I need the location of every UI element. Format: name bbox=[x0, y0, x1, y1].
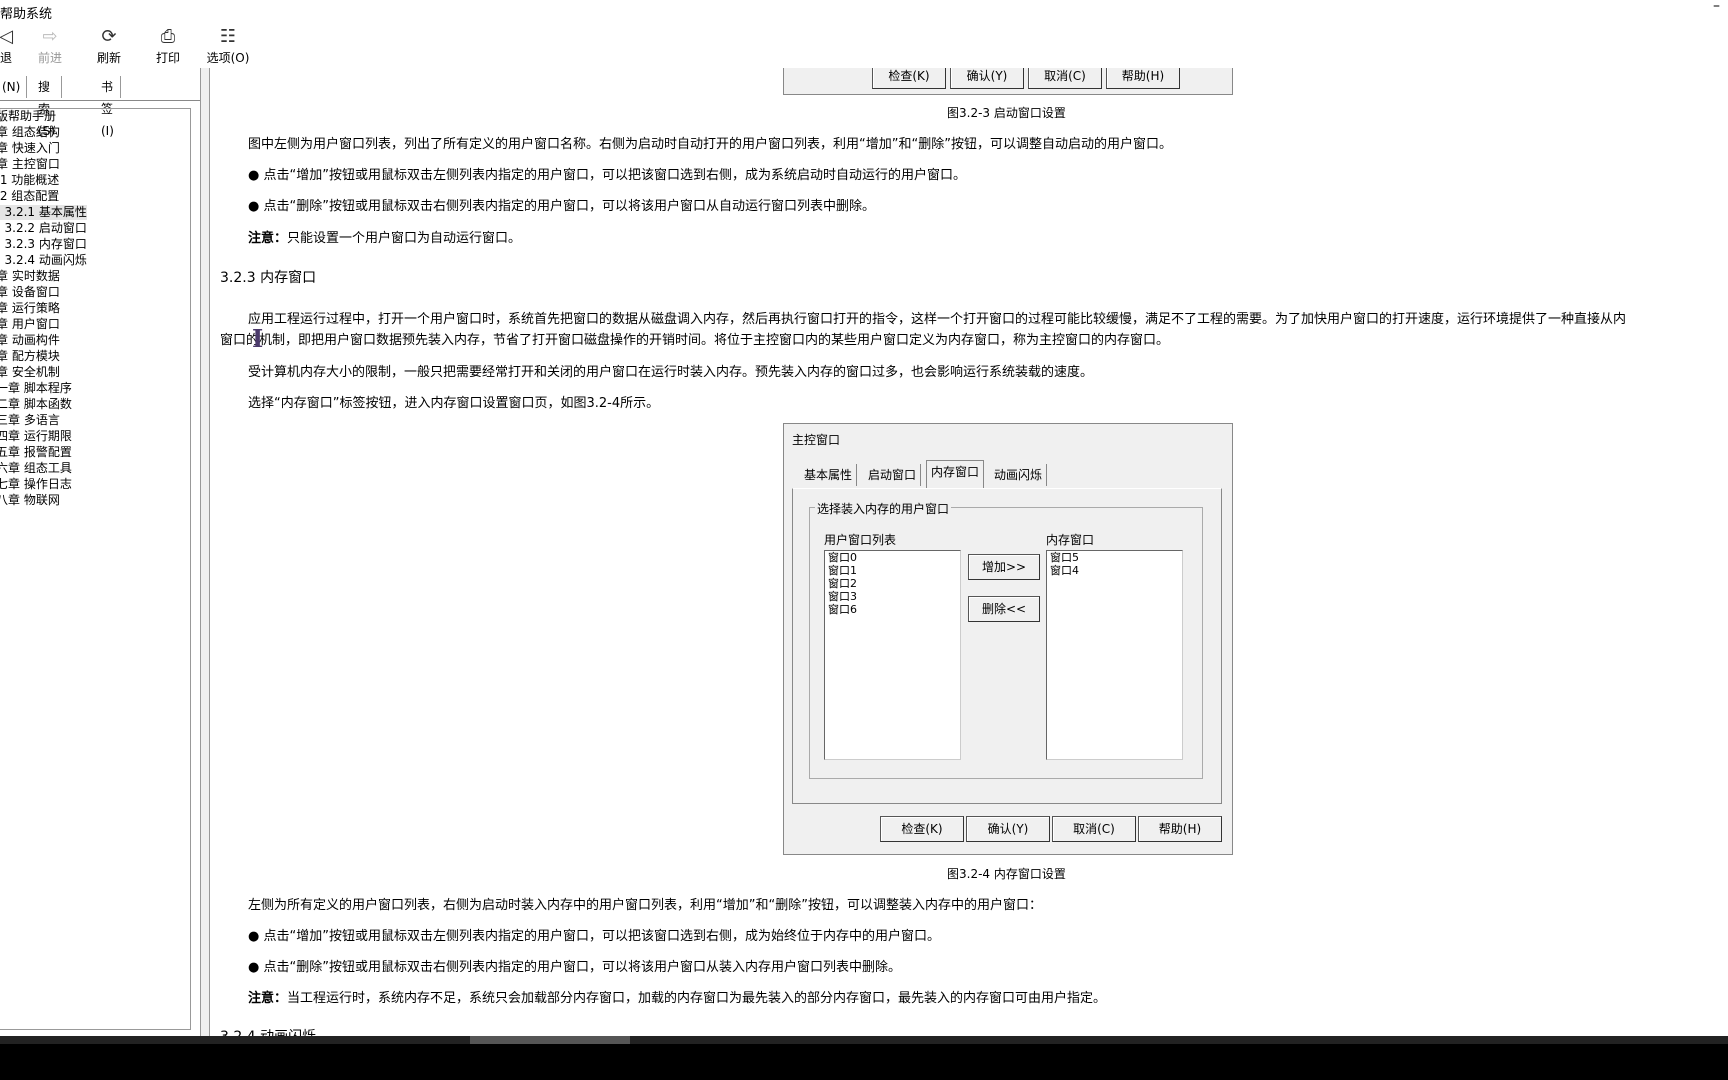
tree-item[interactable]: ] 3.2.4 动画闪烁 bbox=[0, 253, 87, 268]
bullet-item: ● 点击“删除”按钮或用鼠标双击右侧列表内指定的用户窗口，可以将该用户窗口从装入… bbox=[248, 960, 901, 975]
options-button[interactable]: ☷ 选项(O) bbox=[199, 25, 257, 66]
tree-item[interactable]: ] 3.2.3 内存窗口 bbox=[0, 237, 87, 252]
memory-window-group: 选择装入内存的用户窗口 用户窗口列表 内存窗口 窗口0 窗口1 窗口2 窗口3 … bbox=[809, 500, 1203, 779]
window-title: 帮助系统 bbox=[0, 7, 53, 22]
bullet-item: ● 点击“删除”按钮或用鼠标双击右侧列表内指定的用户窗口，可以将该用户窗口从自动… bbox=[248, 199, 875, 214]
contents-tree: 版帮助手册 章 组态结构 章 快速入门 章 主控窗口 .1 功能概述 .2 组态… bbox=[0, 108, 191, 1030]
check-button: 检查(K) bbox=[872, 68, 946, 89]
tab-panel: 选择装入内存的用户窗口 用户窗口列表 内存窗口 窗口0 窗口1 窗口2 窗口3 … bbox=[792, 488, 1222, 804]
tree-item[interactable]: 章 主控窗口 bbox=[0, 157, 60, 172]
help-button: 帮助(H) bbox=[1106, 68, 1180, 89]
tree-item[interactable]: 章 运行策略 bbox=[0, 301, 60, 316]
bullet-item: ● 点击“增加”按钮或用鼠标双击左侧列表内指定的用户窗口，可以把该窗口选到右侧，… bbox=[248, 929, 940, 944]
tab-basic-properties: 基本属性 bbox=[800, 464, 858, 486]
printer-icon: ⎙ bbox=[160, 26, 176, 47]
section-heading: 3.2.4 动画闪烁 bbox=[220, 1026, 316, 1036]
pane-splitter[interactable] bbox=[200, 68, 210, 1036]
list-item: 窗口1 bbox=[828, 564, 857, 577]
forward-arrow-icon: ⇨ bbox=[42, 26, 58, 47]
tree-item[interactable]: 一章 脚本程序 bbox=[0, 381, 72, 396]
tree-item[interactable]: 章 组态结构 bbox=[0, 125, 60, 140]
paragraph: 应用工程运行过程中，打开一个用户窗口时，系统首先把窗口的数据从磁盘调入内存，然后… bbox=[248, 312, 1627, 327]
horizontal-scrollbar[interactable] bbox=[0, 1036, 1728, 1044]
text-cursor-icon: I bbox=[252, 324, 264, 353]
navigation-pane: (N) 搜索(S) 书签(I) 版帮助手册 章 组态结构 章 快速入门 章 主控… bbox=[0, 68, 200, 1036]
tree-item[interactable]: 章 设备窗口 bbox=[0, 285, 60, 300]
tab-search[interactable]: 搜索(S) bbox=[32, 76, 62, 138]
list-item: 窗口3 bbox=[828, 590, 857, 603]
confirm-button: 确认(Y) bbox=[966, 816, 1050, 842]
figure-caption: 图3.2-3 启动窗口设置 bbox=[947, 106, 1066, 120]
paragraph: 选择“内存窗口”标签按钮，进入内存窗口设置窗口页，如图3.2-4所示。 bbox=[248, 396, 660, 411]
tab-memory-window: 内存窗口 bbox=[926, 460, 985, 488]
bullet-item: ● 点击“增加”按钮或用鼠标双击左侧列表内指定的用户窗口，可以把该窗口选到右侧，… bbox=[248, 168, 966, 183]
refresh-icon: ⟳ bbox=[101, 26, 117, 47]
paragraph: 受计算机内存大小的限制，一般只把需要经常打开和关闭的用户窗口在运行时装入内存。预… bbox=[248, 365, 1094, 380]
tree-item[interactable]: 二章 脚本函数 bbox=[0, 397, 72, 412]
refresh-button[interactable]: ⟳ 刷新 bbox=[81, 25, 137, 66]
scrollbar-thumb[interactable] bbox=[470, 1036, 630, 1044]
tree-item[interactable]: 章 配方模块 bbox=[0, 349, 60, 364]
tree-item[interactable]: 四章 运行期限 bbox=[0, 429, 72, 444]
memory-window-label: 内存窗口 bbox=[1046, 533, 1095, 547]
note: 注意：当工程运行时，系统内存不足，系统只会加载部分内存窗口，加载的内存窗口为最先… bbox=[248, 991, 1107, 1006]
tree-item[interactable]: 七章 操作日志 bbox=[0, 477, 72, 492]
delete-button: 删除<< bbox=[968, 596, 1040, 622]
tree-item[interactable]: 版帮助手册 bbox=[0, 109, 56, 124]
paragraph: 图中左侧为用户窗口列表，列出了所有定义的用户窗口名称。右侧为启动时自动打开的用户… bbox=[248, 137, 1172, 152]
tree-item[interactable]: ] 3.2.2 启动窗口 bbox=[0, 221, 87, 236]
tree-item[interactable]: 章 用户窗口 bbox=[0, 317, 60, 332]
tree-item[interactable]: .1 功能概述 bbox=[0, 173, 59, 188]
print-button[interactable]: ⎙ 打印 bbox=[140, 25, 196, 66]
tree-item[interactable]: 六章 组态工具 bbox=[0, 461, 72, 476]
section-heading: 3.2.3 内存窗口 bbox=[220, 270, 317, 286]
tab-startup-window: 启动窗口 bbox=[864, 464, 922, 486]
paragraph: 左侧为所有定义的用户窗口列表，右侧为启动时装入内存中的用户窗口列表，利用“增加”… bbox=[248, 898, 1042, 913]
tree-item[interactable]: 章 快速入门 bbox=[0, 141, 60, 156]
cancel-button: 取消(C) bbox=[1052, 816, 1136, 842]
tree-item[interactable]: 五章 报警配置 bbox=[0, 445, 72, 460]
memory-window-listbox: 窗口5 窗口4 bbox=[1046, 550, 1183, 760]
confirm-button: 确认(Y) bbox=[950, 68, 1024, 89]
user-window-list-label: 用户窗口列表 bbox=[824, 533, 897, 547]
list-item: 窗口5 bbox=[1050, 551, 1079, 564]
title-bar: 帮助系统 – bbox=[0, 0, 1728, 22]
tab-bookmarks[interactable]: 书签(I) bbox=[95, 76, 121, 138]
main-window-dialog-figure: 主控窗口 基本属性 启动窗口 内存窗口 动画闪烁 选择装入内存的用户窗口 用户窗… bbox=[783, 423, 1233, 855]
tree-item-selected[interactable]: ] 3.2.1 基本属性 bbox=[0, 205, 87, 220]
figure-caption: 图3.2-4 内存窗口设置 bbox=[947, 867, 1066, 881]
user-window-listbox: 窗口0 窗口1 窗口2 窗口3 窗口6 bbox=[824, 550, 961, 760]
startup-window-dialog-bottom: 检查(K) 确认(Y) 取消(C) 帮助(H) bbox=[783, 68, 1233, 95]
list-item: 窗口6 bbox=[828, 603, 857, 616]
options-icon: ☷ bbox=[219, 26, 237, 47]
help-content: 检查(K) 确认(Y) 取消(C) 帮助(H) 图3.2-3 启动窗口设置 图中… bbox=[210, 68, 1728, 1036]
help-button: 帮助(H) bbox=[1138, 816, 1222, 842]
cancel-button: 取消(C) bbox=[1028, 68, 1102, 89]
minimize-button[interactable]: – bbox=[1713, 0, 1720, 14]
dialog-title: 主控窗口 bbox=[792, 433, 841, 447]
tree-item[interactable]: 三章 多语言 bbox=[0, 413, 60, 428]
list-item: 窗口4 bbox=[1050, 564, 1079, 577]
list-item: 窗口2 bbox=[828, 577, 857, 590]
note: 注意：只能设置一个用户窗口为自动运行窗口。 bbox=[248, 231, 522, 246]
tree-item[interactable]: 章 实时数据 bbox=[0, 269, 60, 284]
group-label: 选择装入内存的用户窗口 bbox=[815, 500, 952, 517]
check-button: 检查(K) bbox=[880, 816, 964, 842]
tree-item[interactable]: 章 动画构件 bbox=[0, 333, 60, 348]
tab-contents[interactable]: (N) bbox=[0, 76, 28, 98]
tree-item[interactable]: 章 安全机制 bbox=[0, 365, 60, 380]
add-button: 增加>> bbox=[968, 554, 1040, 580]
paragraph: 窗口的机制，即把用户窗口数据预先装入内存，节省了打开窗口磁盘操作的开销时间。将位… bbox=[220, 333, 1170, 348]
help-window: 帮助系统 – ◁ 退 ⇨ 前进 ⟳ 刷新 ⎙ 打印 ☷ 选项(O) (N) 搜索… bbox=[0, 0, 1728, 1036]
forward-button[interactable]: ⇨ 前进 bbox=[22, 25, 78, 66]
tree-item[interactable]: .2 组态配置 bbox=[0, 189, 59, 204]
tree-item[interactable]: 八章 物联网 bbox=[0, 493, 60, 508]
list-item: 窗口0 bbox=[828, 551, 857, 564]
tab-animation-blink: 动画闪烁 bbox=[990, 464, 1048, 486]
toolbar: ◁ 退 ⇨ 前进 ⟳ 刷新 ⎙ 打印 ☷ 选项(O) bbox=[0, 22, 1728, 69]
